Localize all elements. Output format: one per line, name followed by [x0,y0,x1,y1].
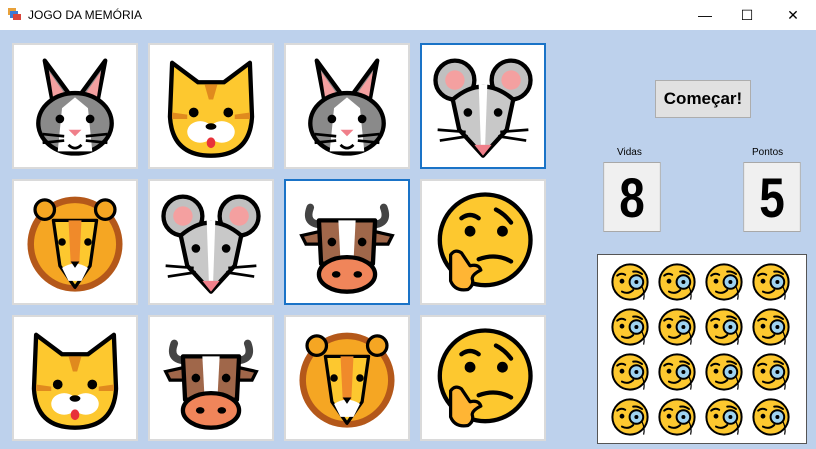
lives-label: Vidas [617,147,642,158]
monocle-face-icon [752,398,790,436]
thinking-face-icon [437,192,533,292]
window-title: JOGO DA MEMÓRIA [28,8,143,22]
lion-face-icon [27,196,123,292]
mouse-face-icon [161,194,261,294]
monocle-face-icon [658,263,696,301]
monocle-face-icon [705,353,743,391]
memory-card[interactable] [420,179,546,305]
cat-face-icon [31,332,119,430]
points-counter: 5 [743,162,801,232]
memory-card[interactable] [148,315,274,441]
title-bar: JOGO DA MEMÓRIA — ☐ ✕ [0,0,816,30]
memory-card[interactable] [420,315,546,441]
cow-face-icon [299,203,395,294]
monocle-face-icon [658,353,696,391]
monocle-face-icon [611,308,649,346]
memory-card[interactable] [148,179,274,305]
memory-card[interactable] [284,315,410,441]
client-area: Começar! Vidas 8 Pontos 5 [0,30,816,449]
monocle-face-icon [611,263,649,301]
cow-face-icon [163,339,259,430]
monocle-face-icon [658,398,696,436]
monocle-face-icon [658,308,696,346]
memory-card[interactable] [12,43,138,169]
monocle-face-icon [611,398,649,436]
memory-card[interactable] [12,179,138,305]
memory-card[interactable] [284,179,410,305]
start-button[interactable]: Começar! [655,80,751,118]
memory-card[interactable] [420,43,546,169]
minimize-button[interactable]: — [682,0,728,30]
maximize-button[interactable]: ☐ [724,0,770,30]
rabbit-face-icon [308,58,386,156]
monocle-face-icon [705,308,743,346]
monocle-face-icon [705,263,743,301]
mouse-face-icon [433,58,533,158]
monocle-face-icon [705,398,743,436]
lives-counter: 8 [603,162,661,232]
monocle-face-icon [752,308,790,346]
memory-card[interactable] [12,315,138,441]
monocle-face-icon [752,353,790,391]
lives-icons-panel [597,254,807,444]
memory-card[interactable] [284,43,410,169]
points-label: Pontos [752,147,784,158]
monocle-face-icon [752,263,790,301]
app-icon [8,8,21,20]
cat-face-icon [167,60,255,158]
monocle-face-icon [611,353,649,391]
game-window: JOGO DA MEMÓRIA — ☐ ✕ Começar! Vidas 8 P… [0,0,816,449]
close-button[interactable]: ✕ [770,0,816,30]
thinking-face-icon [437,328,533,428]
memory-card[interactable] [148,43,274,169]
rabbit-face-icon [36,58,114,156]
lion-face-icon [299,332,395,428]
